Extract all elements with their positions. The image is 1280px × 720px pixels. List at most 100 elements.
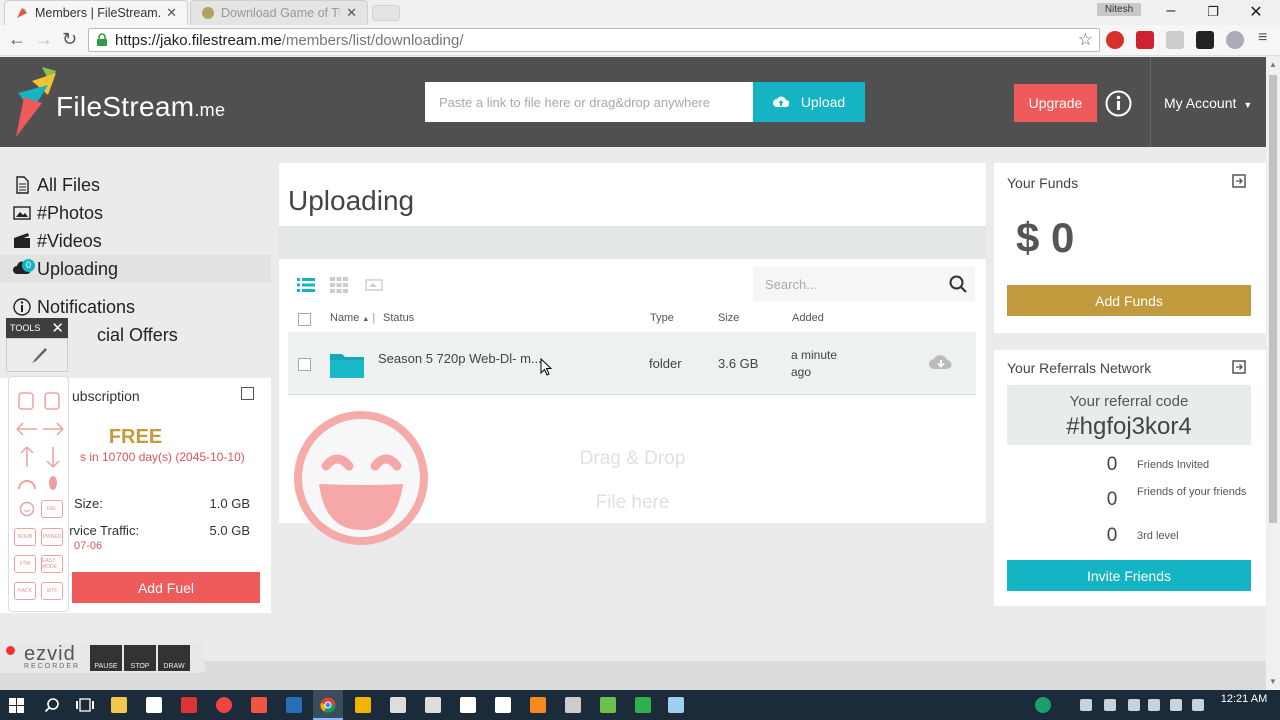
address-bar[interactable]: https://jako.filestream.me/members/list/… [88, 28, 1100, 52]
minimize-icon[interactable]: – [1156, 2, 1186, 20]
tools-header[interactable]: TOOLS ✕ [6, 318, 68, 338]
store-icon[interactable] [146, 697, 162, 713]
app-icon[interactable] [565, 697, 581, 713]
cloud-download-icon[interactable] [928, 351, 954, 373]
app-icon[interactable] [635, 697, 651, 713]
globe-extension-icon[interactable] [1226, 31, 1244, 49]
tab-members[interactable]: Members | FileStream.me ✕ [4, 0, 188, 25]
menu-icon[interactable]: ≡ [1258, 29, 1267, 47]
activity-icon[interactable] [1035, 697, 1051, 713]
column-status[interactable]: Status [383, 312, 414, 324]
reload-icon[interactable]: ↻ [62, 29, 77, 50]
app-icon[interactable] [355, 697, 371, 713]
vlc-icon[interactable] [530, 697, 546, 713]
stop-button[interactable]: STOP [124, 645, 156, 671]
column-size[interactable]: Size [718, 312, 739, 324]
tools-brush-area[interactable] [6, 338, 68, 372]
sidebar-item-photos[interactable]: #Photos [0, 199, 271, 227]
file-name[interactable]: Season 5 720p Web-Dl- m... [378, 351, 542, 366]
app-icon[interactable] [495, 697, 511, 713]
keyboard-icon[interactable] [1192, 699, 1204, 711]
column-name[interactable]: Name ▲ | [330, 312, 375, 324]
stamp-wtf[interactable]: WTF [41, 582, 63, 600]
app-icon[interactable] [460, 697, 476, 713]
table-row[interactable]: Season 5 720p Web-Dl- m... folder 3.6 GB… [288, 332, 976, 395]
column-type[interactable]: Type [650, 312, 674, 324]
stamp-ftw[interactable]: FTW [14, 555, 36, 573]
scroll-up-icon[interactable]: ▲ [1269, 60, 1277, 69]
search-icon[interactable] [44, 697, 60, 713]
select-all-checkbox[interactable] [298, 313, 311, 326]
adblock-icon[interactable] [1106, 31, 1124, 49]
extension-icon[interactable] [1166, 31, 1184, 49]
sidebar-item-all-files[interactable]: All Files [0, 171, 271, 199]
column-added[interactable]: Added [792, 312, 824, 324]
scroll-thumb[interactable] [1269, 75, 1277, 523]
link-input[interactable] [425, 82, 753, 122]
tray-icon[interactable] [1080, 699, 1092, 711]
windows-start-icon[interactable] [9, 698, 24, 713]
profile-name[interactable]: Nitesh [1097, 3, 1141, 16]
back-arrow-icon[interactable]: ← [8, 29, 26, 50]
app-icon[interactable] [181, 697, 197, 713]
grid-view-icon[interactable] [330, 277, 348, 293]
bluetooth-icon[interactable] [1170, 699, 1182, 711]
app-icon[interactable] [668, 697, 684, 713]
app-icon[interactable] [390, 697, 406, 713]
window-close-icon[interactable]: ✕ [1241, 2, 1271, 22]
chrome-taskbar-item[interactable] [313, 690, 343, 720]
bookmark-star-icon[interactable]: ☆ [1078, 30, 1093, 50]
task-view-icon[interactable] [76, 698, 94, 712]
invite-friends-button[interactable]: Invite Friends [1007, 560, 1251, 591]
close-icon[interactable]: ✕ [346, 5, 357, 21]
add-fuel-button[interactable]: Add Fuel [72, 572, 260, 603]
info-icon[interactable] [1105, 90, 1132, 117]
upload-button[interactable]: Upload [753, 82, 865, 122]
sidebar-item-videos[interactable]: #Videos [0, 227, 271, 255]
stamp-hack[interactable]: HACK [14, 582, 36, 600]
restore-icon[interactable]: ❐ [1198, 4, 1228, 20]
row-checkbox[interactable] [298, 358, 311, 371]
forward-arrow-icon[interactable]: → [35, 29, 53, 50]
scroll-down-icon[interactable]: ▼ [1269, 677, 1277, 686]
search-input[interactable]: Search... [753, 267, 975, 301]
gallery-view-icon[interactable] [365, 277, 383, 293]
search-icon[interactable] [949, 275, 967, 293]
tab-download[interactable]: Download Game of Thrones ✕ [190, 0, 368, 25]
volume-icon[interactable] [1148, 699, 1160, 711]
collapse-icon[interactable] [1232, 174, 1246, 188]
pause-button[interactable]: PAUSE [90, 645, 122, 671]
stamp-noob[interactable]: NOOB [14, 528, 36, 546]
referral-code[interactable]: #hgfoj3kor4 [1007, 413, 1251, 441]
page-scrollbar[interactable]: ▲ ▼ [1266, 57, 1280, 690]
brush-icon[interactable] [29, 345, 49, 365]
collapse-icon[interactable] [1232, 360, 1246, 374]
close-icon[interactable]: ✕ [166, 5, 177, 21]
rainbow-and-rocket-icon[interactable] [17, 473, 63, 493]
close-icon[interactable]: ✕ [51, 319, 64, 337]
app-icon[interactable] [216, 697, 232, 713]
logo-wordmark[interactable]: FileStream.me [56, 91, 225, 123]
list-view-icon[interactable] [297, 277, 315, 293]
upgrade-button[interactable]: Upgrade [1014, 84, 1097, 122]
app-icon[interactable] [425, 697, 441, 713]
sidebar-item-uploading[interactable]: 0 Uploading [0, 255, 271, 283]
taskbar-clock[interactable]: 12:21 AM [1219, 693, 1269, 705]
app-icon[interactable] [286, 697, 302, 713]
stamp-easy-mode[interactable]: EASY MODE [41, 555, 63, 573]
stamp-pwned[interactable]: PWNED [41, 528, 63, 546]
collapse-icon[interactable] [241, 387, 254, 400]
smiley-stamp-icon[interactable] [19, 501, 35, 517]
app-icon[interactable] [251, 697, 267, 713]
my-account-menu[interactable]: My Account ▼ [1164, 95, 1252, 111]
tray-icon[interactable] [1104, 699, 1116, 711]
youtube-extension-icon[interactable] [1136, 31, 1154, 49]
stamp-fail[interactable]: FAIL [41, 500, 63, 518]
file-explorer-icon[interactable] [111, 697, 127, 713]
referral-code-box[interactable]: Your referral code #hgfoj3kor4 [1007, 385, 1251, 445]
new-tab-button[interactable] [372, 5, 400, 21]
battery-icon[interactable] [1128, 699, 1140, 711]
draw-button[interactable]: DRAW [158, 645, 190, 671]
h-extension-icon[interactable] [1196, 31, 1214, 49]
sidebar-item-notifications[interactable]: Notifications [0, 293, 271, 321]
